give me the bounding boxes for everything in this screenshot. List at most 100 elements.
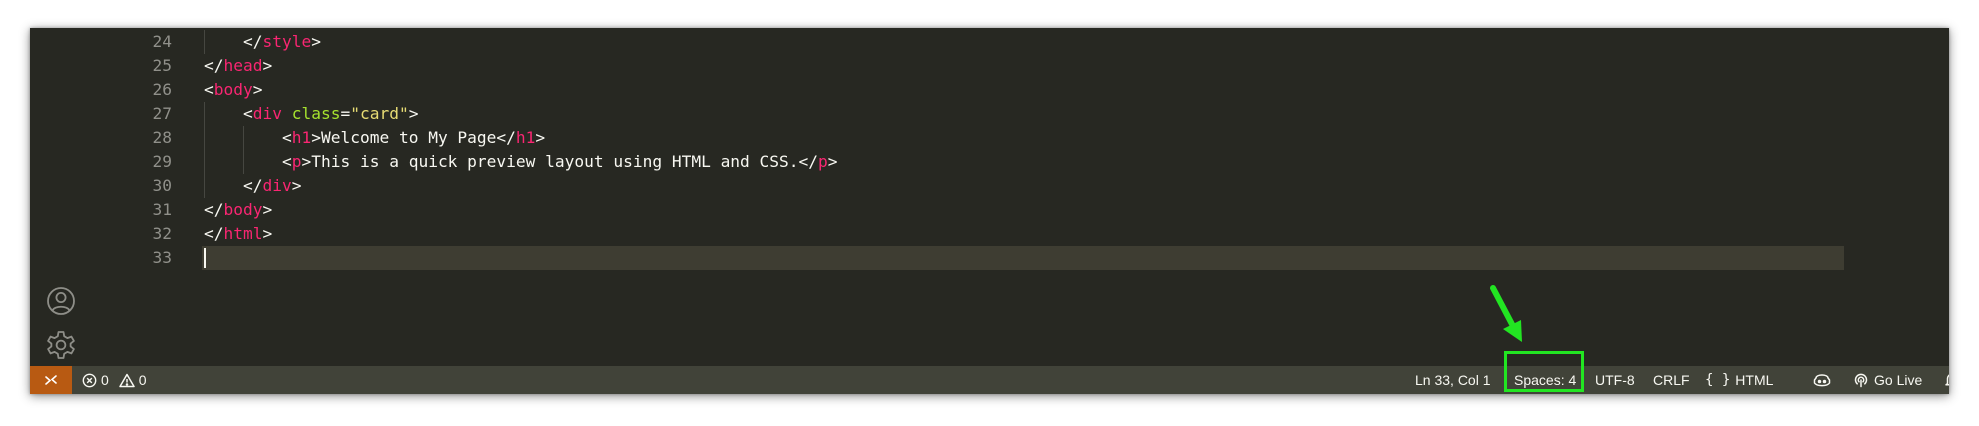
go-live-button[interactable]: Go Live: [1853, 366, 1922, 394]
copilot-icon: [1813, 374, 1831, 387]
encoding-item[interactable]: UTF-8: [1595, 366, 1635, 394]
code-token: =: [340, 104, 351, 123]
go-live-label: Go Live: [1874, 372, 1923, 388]
code-text: <p>This is a quick preview layout using …: [282, 150, 838, 174]
code-token: >: [311, 32, 321, 51]
code-token: >Welcome to My Page</: [311, 128, 516, 147]
code-token: h1: [291, 128, 312, 147]
code-token: >: [827, 152, 838, 171]
status-bar: 0 0 Ln 33, Col 1 Spaces: 4 UTF-8 CRLF { …: [30, 366, 1949, 394]
line-number: 29: [152, 152, 173, 171]
code-token: div: [252, 104, 282, 123]
indent-guide: [204, 102, 205, 126]
code-token: >: [262, 56, 273, 75]
code-token: p: [291, 152, 302, 171]
code-text: <body>: [204, 78, 262, 102]
code-line[interactable]: 29 <p>This is a quick preview layout usin…: [90, 150, 1935, 174]
code-token: <: [204, 80, 214, 99]
code-text: </head>: [204, 54, 272, 78]
code-line[interactable]: 31 </body>: [90, 198, 1935, 222]
code-token: h1: [515, 128, 536, 147]
cursor-position-label: Ln 33, Col 1: [1415, 372, 1491, 388]
code-line[interactable]: 30 </div>: [90, 174, 1935, 198]
code-line[interactable]: 24 </style>: [90, 30, 1935, 54]
vertical-scrollbar[interactable]: [1935, 28, 1949, 366]
current-line-highlight: [202, 246, 1844, 270]
error-count: 0: [101, 372, 109, 388]
code-line[interactable]: 26 <body>: [90, 78, 1935, 102]
indent-guide: [204, 174, 205, 198]
code-token: >: [252, 80, 263, 99]
language-mode-item[interactable]: { } HTML: [1705, 366, 1773, 394]
code-token: p: [818, 152, 828, 171]
code-token: style: [262, 32, 312, 51]
problems-indicator[interactable]: 0 0: [82, 366, 147, 394]
warning-icon: [119, 373, 135, 387]
gear-icon: [47, 331, 75, 359]
bell-icon: [1945, 374, 1949, 386]
line-number: 32: [152, 224, 173, 243]
language-mode-label: HTML: [1735, 372, 1774, 388]
indent-guide: [243, 126, 244, 150]
line-number: 28: [152, 128, 173, 147]
indent-guide: [243, 150, 244, 174]
line-ending-label: CRLF: [1653, 372, 1690, 388]
indent-guide: [204, 126, 205, 150]
code-token: <: [243, 104, 253, 123]
code-token: </: [243, 176, 263, 195]
code-token: >: [291, 176, 302, 195]
code-token: <: [282, 128, 292, 147]
vscode-window: 24 </style> 25 </head> 26 <body> 27 <div class=…: [30, 28, 1949, 394]
error-icon: [82, 373, 97, 387]
code-token: head: [223, 56, 263, 75]
annotation-highlight-box: [1504, 351, 1584, 392]
line-number: 25: [152, 56, 173, 75]
account-button[interactable]: [44, 284, 78, 318]
code-text: <div class="card">: [243, 102, 418, 126]
line-number: 26: [152, 80, 173, 99]
code-token: </: [204, 224, 224, 243]
code-text: <h1>Welcome to My Page</h1>: [282, 126, 545, 150]
copilot-item[interactable]: [1813, 366, 1831, 394]
warning-count: 0: [138, 372, 147, 388]
code-token: class: [291, 104, 341, 123]
text-cursor: [204, 248, 206, 268]
code-token: >This is a quick preview layout using HT…: [301, 152, 819, 171]
line-number: 30: [152, 176, 173, 195]
code-editor[interactable]: 24 </style> 25 </head> 26 <body> 27 <div class=…: [90, 28, 1935, 366]
account-icon: [47, 287, 75, 315]
code-token: >: [535, 128, 546, 147]
code-token: div: [262, 176, 292, 195]
code-line[interactable]: 33: [90, 246, 1935, 270]
line-ending-item[interactable]: CRLF: [1653, 366, 1690, 394]
remote-indicator-button[interactable]: [30, 366, 72, 394]
code-token: >: [262, 224, 273, 243]
code-line[interactable]: 25 </head>: [90, 54, 1935, 78]
code-text: </body>: [204, 198, 272, 222]
code-token: </: [204, 56, 224, 75]
remote-icon: [45, 375, 57, 385]
line-number: 33: [152, 248, 173, 267]
notifications-button[interactable]: [1944, 366, 1949, 394]
indent-guide: [204, 150, 205, 174]
code-token: </: [204, 200, 224, 219]
code-text: </div>: [243, 174, 302, 198]
cursor-position-item[interactable]: Ln 33, Col 1: [1415, 366, 1491, 394]
broadcast-icon: [1854, 373, 1868, 388]
code-line[interactable]: 27 <div class="card">: [90, 102, 1935, 126]
code-line[interactable]: 32 </html>: [90, 222, 1935, 246]
encoding-label: UTF-8: [1595, 372, 1635, 388]
annotation-arrow: [1490, 285, 1522, 342]
line-number: 31: [152, 200, 173, 219]
code-token: html: [223, 224, 263, 243]
code-token: >: [408, 104, 419, 123]
line-number: 27: [152, 104, 173, 123]
code-token: "card": [350, 104, 409, 123]
code-token: >: [262, 200, 273, 219]
code-text: </style>: [243, 30, 321, 54]
code-line[interactable]: 28 <h1>Welcome to My Page</h1>: [90, 126, 1935, 150]
code-token: <: [282, 152, 292, 171]
manage-button[interactable]: [44, 328, 78, 362]
braces-icon: { }: [1705, 372, 1731, 388]
